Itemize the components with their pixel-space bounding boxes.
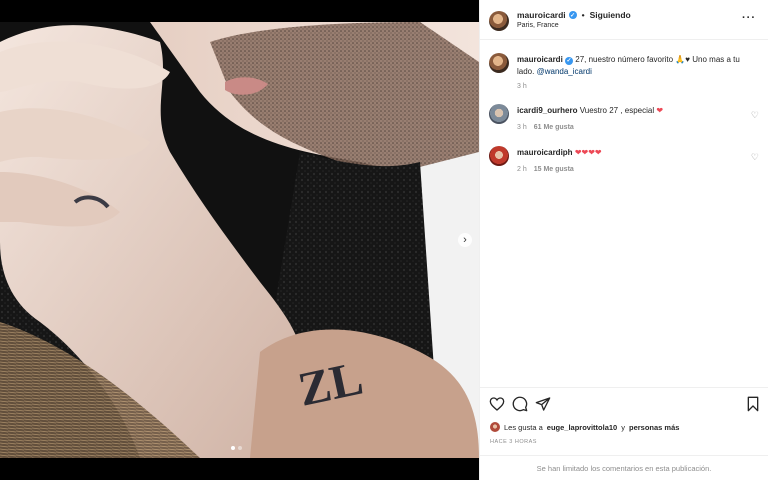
comment-likes[interactable]: 61 Me gusta bbox=[534, 124, 574, 131]
carousel-indicator bbox=[231, 446, 242, 450]
caption-avatar[interactable] bbox=[489, 53, 509, 73]
caption-text: mauroicardi ✓ 27, nuestro número favorit… bbox=[517, 54, 749, 78]
post-side-panel: mauroicardi ✓ • Siguiendo Paris, France … bbox=[479, 0, 768, 480]
caption-time[interactable]: 3 h bbox=[517, 83, 527, 90]
liked-joiner: y bbox=[621, 422, 625, 432]
comment-meta: 3 h 61 Me gusta bbox=[517, 124, 574, 131]
comment-username[interactable]: mauroicardiph bbox=[517, 148, 573, 157]
comment-body: Vuestro 27 , especial bbox=[579, 106, 655, 115]
post-location[interactable]: Paris, France bbox=[517, 22, 559, 29]
more-options-icon[interactable]: ··· bbox=[742, 12, 756, 24]
comment-avatar[interactable] bbox=[489, 104, 509, 124]
caption-username[interactable]: mauroicardi bbox=[517, 55, 563, 64]
photo-illustration: ZL bbox=[0, 22, 479, 458]
comment-text: mauroicardiph ❤❤❤❤ bbox=[517, 147, 749, 159]
liked-more[interactable]: personas más bbox=[629, 423, 679, 432]
share-icon[interactable] bbox=[535, 396, 551, 412]
comments-list[interactable]: mauroicardi ✓ 27, nuestro número favorit… bbox=[480, 41, 768, 387]
liker-avatar[interactable] bbox=[490, 422, 500, 432]
author-line: mauroicardi ✓ • Siguiendo bbox=[517, 10, 631, 20]
comment-icon[interactable] bbox=[512, 396, 528, 412]
carousel-dot-active bbox=[231, 446, 235, 450]
comment-time[interactable]: 2 h bbox=[517, 166, 527, 173]
separator-dot: • bbox=[581, 10, 585, 20]
heart-icon[interactable] bbox=[489, 396, 505, 412]
comments-limited-notice: Se han limitado los comentarios en esta … bbox=[480, 455, 768, 480]
comment-text: icardi9_ourhero Vuestro 27 , especial ❤ bbox=[517, 105, 749, 117]
following-button[interactable]: Siguiendo bbox=[590, 10, 631, 20]
post-actions: Les gusta a euge_laprovittola10 y person… bbox=[480, 387, 768, 456]
post-header: mauroicardi ✓ • Siguiendo Paris, France … bbox=[480, 0, 768, 40]
comment-time[interactable]: 3 h bbox=[517, 124, 527, 131]
comment-username[interactable]: icardi9_ourhero bbox=[517, 106, 577, 115]
carousel-dot bbox=[238, 446, 242, 450]
comment-likes[interactable]: 15 Me gusta bbox=[534, 166, 574, 173]
post-photo[interactable]: ZL bbox=[0, 22, 479, 458]
comment-avatar[interactable] bbox=[489, 146, 509, 166]
post-media-area: ZL › bbox=[0, 0, 479, 480]
author-username[interactable]: mauroicardi bbox=[517, 10, 566, 20]
chevron-right-icon: › bbox=[463, 233, 467, 246]
verified-badge-icon: ✓ bbox=[565, 57, 574, 65]
comment-emoji: ❤ bbox=[656, 106, 664, 115]
author-avatar[interactable] bbox=[489, 11, 509, 31]
comment-like-heart-icon[interactable]: ♡ bbox=[751, 152, 759, 163]
post-timestamp[interactable]: HACE 3 HORAS bbox=[490, 439, 537, 445]
bookmark-icon[interactable] bbox=[745, 396, 761, 412]
liked-prefix: Les gusta a bbox=[504, 422, 543, 432]
caption-mention[interactable]: @wanda_icardi bbox=[537, 67, 592, 76]
comment-emoji: ❤❤❤❤ bbox=[574, 148, 602, 157]
liked-user[interactable]: euge_laprovittola10 bbox=[547, 423, 617, 432]
verified-badge-icon: ✓ bbox=[568, 11, 577, 19]
liked-by: Les gusta a euge_laprovittola10 y person… bbox=[490, 422, 679, 432]
comment-meta: 2 h 15 Me gusta bbox=[517, 166, 574, 173]
comment-like-heart-icon[interactable]: ♡ bbox=[751, 110, 759, 121]
next-photo-button[interactable]: › bbox=[458, 233, 472, 247]
caption-meta: 3 h bbox=[517, 83, 527, 90]
